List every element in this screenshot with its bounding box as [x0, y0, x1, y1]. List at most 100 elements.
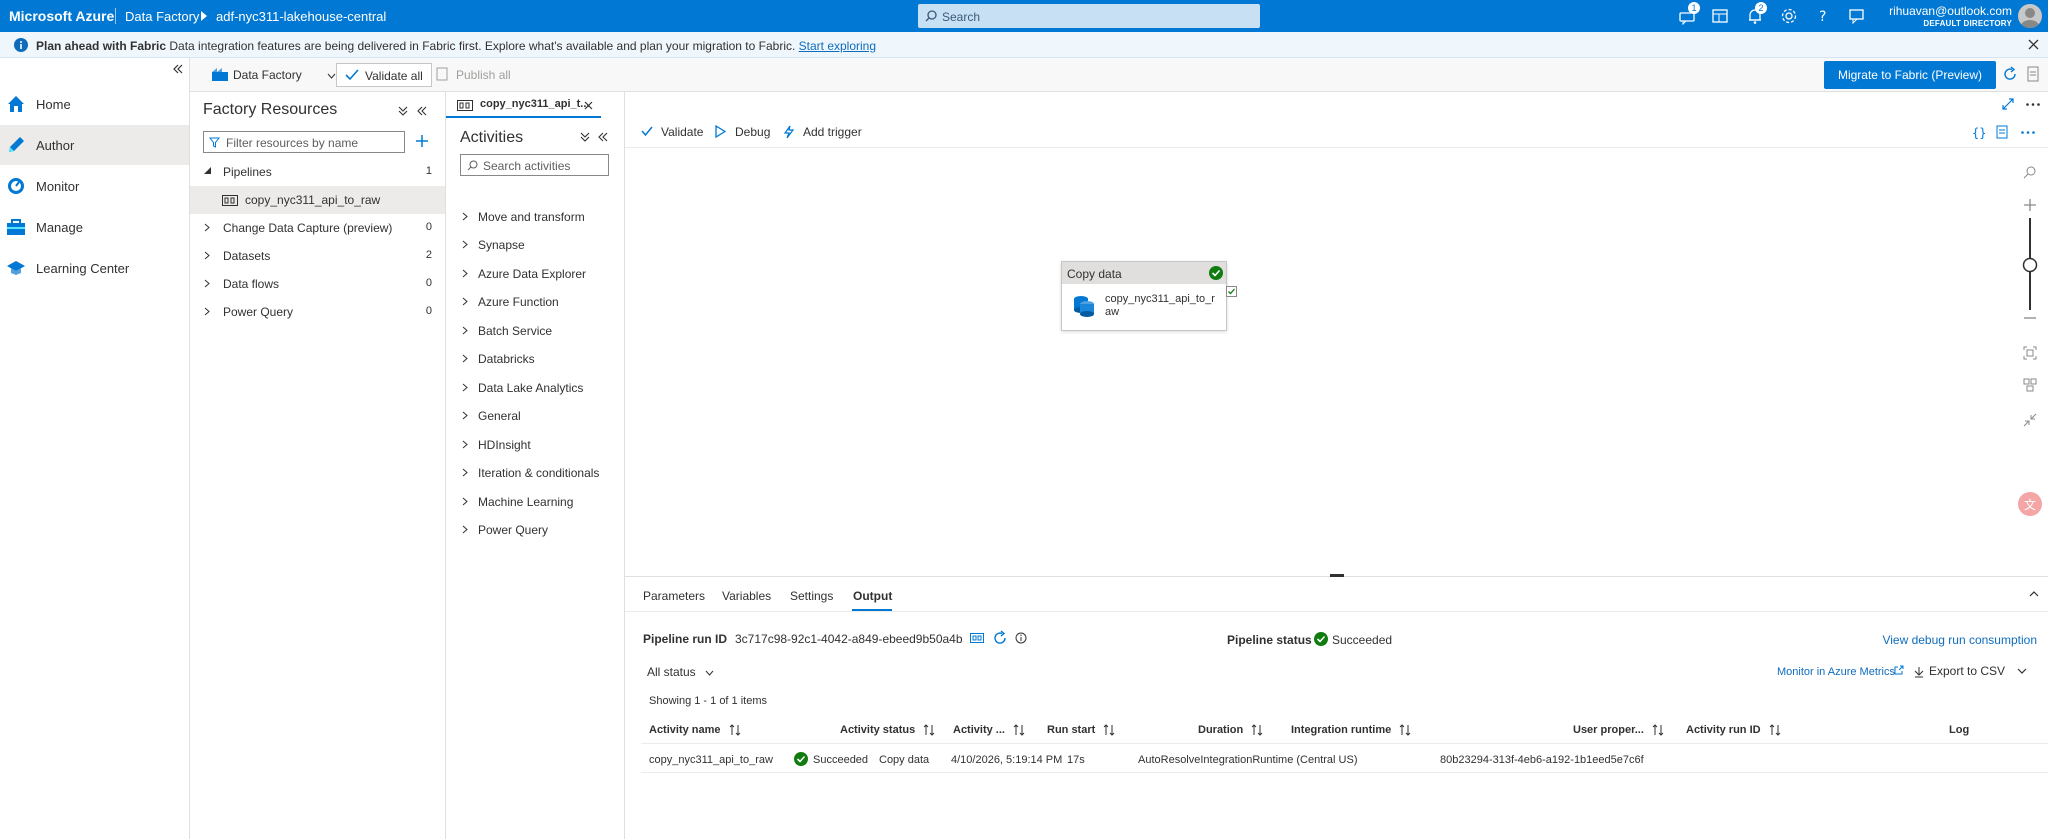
refresh-icon[interactable] — [992, 630, 1008, 646]
add-resource-icon[interactable] — [415, 134, 429, 148]
data-factory-dropdown[interactable]: Data Factory — [205, 63, 344, 87]
user-email[interactable]: rihuavan@outlook.com — [1889, 4, 2012, 18]
properties-icon[interactable] — [1996, 125, 2010, 139]
assistant-avatar-icon[interactable]: 文 — [2018, 492, 2042, 516]
zoom-to-fit-icon[interactable] — [2023, 346, 2037, 360]
column-header[interactable]: Integration runtime — [1291, 724, 1411, 736]
validate-all-button[interactable]: Validate all — [336, 63, 432, 87]
document-icon[interactable] — [2026, 66, 2040, 82]
info-icon[interactable] — [1015, 632, 1027, 644]
zoom-slider-thumb[interactable] — [2022, 257, 2038, 273]
column-header[interactable]: Duration — [1198, 724, 1263, 736]
user-avatar[interactable] — [2018, 4, 2042, 28]
expand-icon[interactable] — [2002, 98, 2014, 110]
activity-group-item[interactable]: HDInsight — [460, 430, 620, 458]
view-debug-run-consumption-link[interactable]: View debug run consumption — [1882, 633, 2037, 647]
resize-handle[interactable] — [1330, 574, 1344, 577]
collapse-panel-icon[interactable] — [2029, 591, 2039, 597]
sort-icon[interactable] — [1013, 724, 1025, 736]
tab-parameters[interactable]: Parameters — [643, 589, 705, 603]
refresh-icon[interactable] — [2002, 66, 2018, 82]
close-icon[interactable] — [2028, 39, 2039, 50]
close-tab-icon[interactable] — [584, 101, 593, 110]
view-pipeline-icon[interactable] — [970, 632, 984, 644]
more-options-icon[interactable] — [2021, 131, 2035, 134]
zoom-out-icon[interactable] — [2023, 317, 2037, 319]
migrate-to-fabric-button[interactable]: Migrate to Fabric (Preview) — [1823, 61, 1996, 89]
tree-item-pipelines[interactable]: Pipelines 1 — [190, 158, 445, 186]
tab-settings[interactable]: Settings — [790, 589, 833, 603]
tree-item-data-flows[interactable]: Data flows 0 — [190, 270, 445, 298]
activity-group-item[interactable]: Azure Function — [460, 287, 620, 315]
chevron-down-icon[interactable] — [2017, 668, 2027, 674]
activity-group-item[interactable]: Machine Learning — [460, 487, 620, 515]
column-header[interactable]: Activity name — [649, 724, 741, 736]
activity-group-item[interactable]: Power Query — [460, 515, 620, 543]
table-row[interactable]: copy_nyc311_api_to_raw Succeeded Copy da… — [641, 744, 2048, 772]
cell-activity-name[interactable]: copy_nyc311_api_to_raw — [649, 754, 773, 766]
collapse-pane-icon[interactable] — [598, 132, 608, 142]
breadcrumb-factory-name[interactable]: adf-nyc311-lakehouse-central — [216, 9, 386, 24]
tree-item-change-data-capture[interactable]: Change Data Capture (preview) 0 — [190, 214, 445, 242]
global-search-input[interactable]: Search — [918, 4, 1260, 28]
tree-item-datasets[interactable]: Datasets 2 — [190, 242, 445, 270]
export-to-csv-button[interactable]: Export to CSV — [1914, 664, 2005, 678]
tab-pipeline[interactable]: copy_nyc311_api_t... — [446, 92, 601, 118]
feedback-person-icon[interactable] — [1848, 7, 1866, 25]
nav-author[interactable]: Author — [0, 125, 189, 165]
activity-group-item[interactable]: Azure Data Explorer — [460, 259, 620, 287]
publish-all-button[interactable]: Publish all — [428, 63, 519, 87]
sort-icon[interactable] — [1652, 724, 1664, 736]
zoom-search-icon[interactable] — [2023, 165, 2037, 179]
nav-home[interactable]: Home — [0, 84, 189, 124]
column-header[interactable]: Activity status — [840, 724, 935, 736]
column-header[interactable]: Log — [1949, 724, 1969, 736]
column-header[interactable]: Activity ... — [953, 724, 1025, 736]
tree-item-pipeline-copy-nyc311[interactable]: copy_nyc311_api_to_raw — [190, 186, 445, 214]
sort-icon[interactable] — [1103, 724, 1115, 736]
sort-icon[interactable] — [923, 724, 935, 736]
column-header[interactable]: Activity run ID — [1686, 724, 1781, 736]
activity-group-item[interactable]: General — [460, 401, 620, 429]
tab-output[interactable]: Output — [853, 589, 892, 603]
zoom-in-icon[interactable] — [2023, 198, 2037, 212]
auto-align-icon[interactable] — [2023, 378, 2037, 392]
more-options-icon[interactable] — [2026, 103, 2040, 106]
copy-data-activity-node[interactable]: Copy data copy_nyc311_api_to_raw — [1061, 261, 1227, 331]
nav-learning-center[interactable]: Learning Center — [0, 248, 189, 288]
nav-manage[interactable]: Manage — [0, 207, 189, 247]
sort-icon[interactable] — [1399, 724, 1411, 736]
status-filter-dropdown[interactable]: All status — [647, 665, 714, 679]
help-icon[interactable]: ? — [1814, 7, 1832, 25]
directory-icon[interactable] — [1711, 7, 1729, 25]
collapse-view-icon[interactable] — [2023, 413, 2037, 427]
breadcrumb-data-factory[interactable]: Data Factory — [125, 9, 199, 24]
collapse-pane-icon[interactable] — [417, 106, 427, 116]
column-header[interactable]: User proper... — [1573, 724, 1664, 736]
debug-button[interactable]: Debug — [715, 125, 770, 139]
activity-group-item[interactable]: Data Lake Analytics — [460, 373, 620, 401]
activity-group-item[interactable]: Iteration & conditionals — [460, 458, 620, 486]
activity-group-item[interactable]: Synapse — [460, 230, 620, 258]
tree-item-power-query[interactable]: Power Query 0 — [190, 298, 445, 326]
monitor-in-azure-metrics-link[interactable]: Monitor in Azure Metrics — [1777, 666, 1895, 678]
filter-resources-input[interactable]: Filter resources by name — [203, 131, 405, 153]
pipeline-canvas[interactable] — [625, 118, 2048, 576]
column-header[interactable]: Run start — [1047, 724, 1115, 736]
activity-group-item[interactable]: Batch Service — [460, 316, 620, 344]
on-success-connector-icon[interactable] — [1226, 286, 1237, 297]
collapse-all-icon[interactable] — [580, 132, 590, 142]
settings-gear-icon[interactable] — [1780, 7, 1798, 25]
start-exploring-link[interactable]: Start exploring — [799, 39, 876, 53]
activity-group-item[interactable]: Move and transform — [460, 202, 620, 230]
activity-group-item[interactable]: Databricks — [460, 344, 620, 372]
add-trigger-button[interactable]: Add trigger — [783, 125, 862, 139]
azure-brand[interactable]: Microsoft Azure — [9, 8, 114, 24]
search-activities-input[interactable]: Search activities — [460, 154, 609, 176]
tab-variables[interactable]: Variables — [722, 589, 771, 603]
code-braces-icon[interactable]: {} — [1971, 126, 1985, 140]
sort-icon[interactable] — [729, 724, 741, 736]
nav-monitor[interactable]: Monitor — [0, 166, 189, 206]
sort-icon[interactable] — [1769, 724, 1781, 736]
collapse-all-icon[interactable] — [398, 106, 408, 116]
